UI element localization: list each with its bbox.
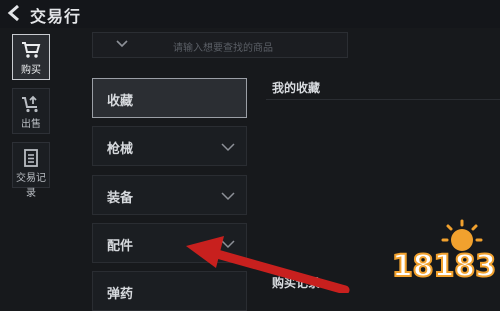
category-equipment[interactable]: 装备 (92, 175, 247, 215)
section-divider (266, 99, 500, 100)
category-weapons[interactable]: 枪械 (92, 126, 247, 166)
category-favorites[interactable]: 收藏 (92, 78, 247, 118)
page-title: 交易行 (30, 7, 82, 26)
top-bar: 交易行 (0, 0, 500, 28)
sidebar-item-records[interactable]: 交易记录 (12, 142, 50, 199)
chevron-down-icon (221, 143, 235, 152)
record-icon (24, 149, 38, 167)
favorites-title: 我的收藏 (272, 81, 321, 95)
chevron-down-icon (221, 192, 235, 201)
category-label: 配件 (107, 239, 134, 254)
sidebar-item-label: 出售 (21, 119, 41, 130)
sidebar-item-label: 交易记录 (16, 173, 46, 199)
category-label: 收藏 (107, 94, 134, 109)
sidebar-item-sell[interactable]: 出售 (12, 88, 50, 134)
sidebar-item-label: 购买 (21, 65, 41, 76)
sell-icon (22, 95, 38, 113)
annotation-arrow-icon (186, 236, 350, 293)
category-label: 枪械 (107, 142, 134, 157)
back-arrow-icon[interactable] (6, 4, 22, 22)
watermark-text: 18183 (392, 249, 496, 284)
sidebar-item-buy[interactable]: 购买 (12, 34, 50, 80)
category-label: 装备 (107, 191, 134, 206)
chevron-down-icon[interactable] (115, 39, 129, 49)
cart-icon (22, 42, 41, 58)
watermark-logo: 18183 (392, 219, 496, 285)
search-placeholder: 请输入想要查找的商品 (173, 43, 273, 54)
search-input[interactable]: 请输入想要查找的商品 (92, 32, 348, 58)
